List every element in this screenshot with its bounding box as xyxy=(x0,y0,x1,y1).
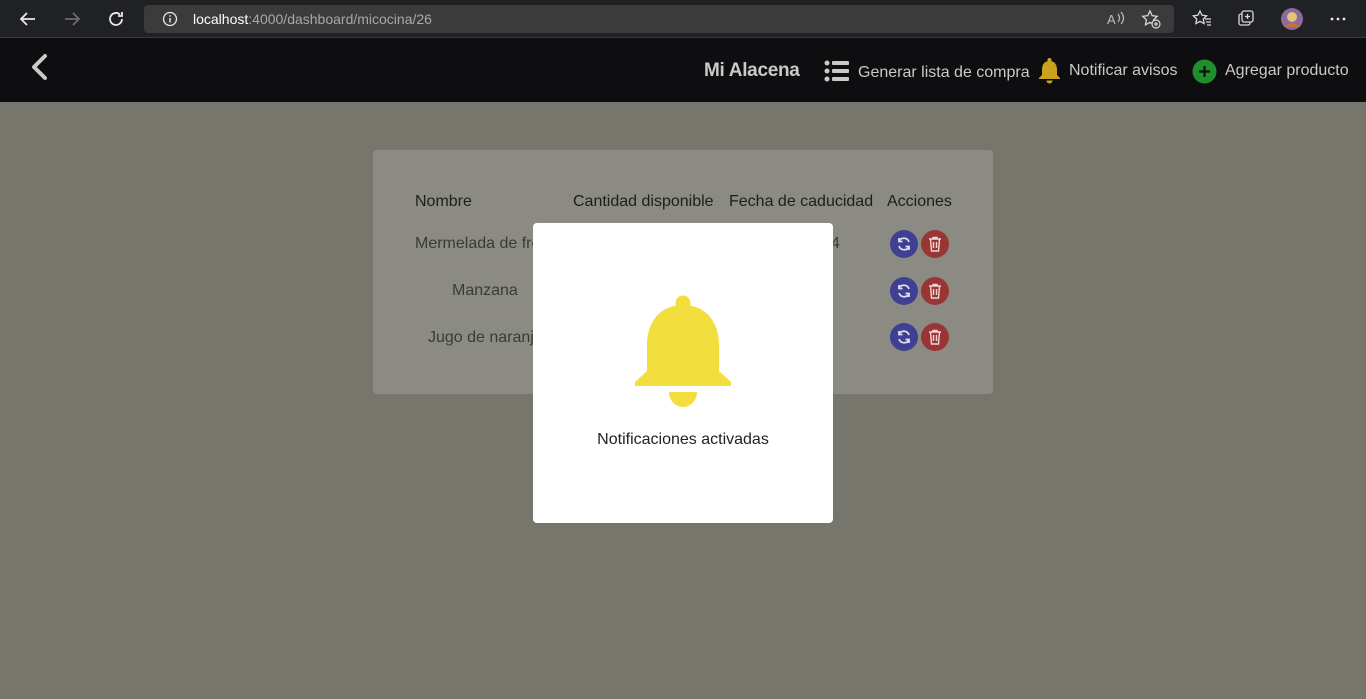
back-chevron-icon[interactable] xyxy=(28,52,52,82)
add-product-button[interactable]: Agregar producto xyxy=(1192,58,1349,84)
add-product-label: Agregar producto xyxy=(1225,62,1349,79)
favorites-icon[interactable] xyxy=(1190,7,1214,31)
notify-alerts-button[interactable]: Notificar avisos xyxy=(1038,58,1177,84)
column-header-expiry: Fecha de caducidad xyxy=(729,193,874,210)
profile-avatar[interactable] xyxy=(1280,7,1304,31)
plus-circle-icon xyxy=(1192,59,1217,83)
delete-button[interactable] xyxy=(921,323,949,351)
back-arrow-icon[interactable] xyxy=(14,5,42,33)
collections-icon[interactable] xyxy=(1234,7,1258,31)
svg-text:A: A xyxy=(1107,12,1116,27)
notification-modal[interactable]: Notificaciones activadas xyxy=(533,223,833,523)
bell-icon xyxy=(633,295,733,408)
table-row-name: Jugo de naranj xyxy=(428,329,534,346)
delete-button[interactable] xyxy=(921,230,949,258)
table-row-name: Mermelada de fre xyxy=(415,235,541,252)
reload-icon[interactable] xyxy=(102,5,130,33)
refresh-button[interactable] xyxy=(890,277,918,305)
app-header: Mi Alacena Generar lista de compra Notif… xyxy=(0,38,1366,102)
address-bar[interactable]: localhost:4000/dashboard/micocina/26 A xyxy=(144,5,1174,33)
info-icon[interactable] xyxy=(162,11,178,32)
notify-alerts-label: Notificar avisos xyxy=(1069,62,1178,79)
read-aloud-icon[interactable]: A xyxy=(1106,10,1126,33)
forward-arrow-icon[interactable] xyxy=(58,5,86,33)
refresh-button[interactable] xyxy=(890,323,918,351)
trash-icon xyxy=(929,329,941,345)
generate-shopping-list-label: Generar lista de compra xyxy=(858,64,1030,81)
refresh-icon xyxy=(898,284,910,298)
refresh-button[interactable] xyxy=(890,230,918,258)
add-favorite-icon[interactable] xyxy=(1141,9,1161,34)
more-options-icon[interactable] xyxy=(1326,7,1350,31)
url-text: localhost:4000/dashboard/micocina/26 xyxy=(193,11,432,27)
refresh-icon xyxy=(898,237,910,251)
column-header-quantity: Cantidad disponible xyxy=(573,193,714,210)
modal-message: Notificaciones activadas xyxy=(597,431,769,448)
bell-icon xyxy=(1039,58,1060,84)
trash-icon xyxy=(929,236,941,252)
table-row-name: Manzana xyxy=(452,282,518,299)
list-icon xyxy=(824,60,849,82)
generate-shopping-list-button[interactable]: Generar lista de compra xyxy=(824,58,1030,84)
page-title: Mi Alacena xyxy=(704,60,800,81)
column-header-name: Nombre xyxy=(415,193,472,210)
column-header-actions: Acciones xyxy=(887,193,952,210)
browser-toolbar: localhost:4000/dashboard/micocina/26 A xyxy=(0,0,1366,38)
delete-button[interactable] xyxy=(921,277,949,305)
trash-icon xyxy=(929,283,941,299)
refresh-icon xyxy=(898,330,910,344)
